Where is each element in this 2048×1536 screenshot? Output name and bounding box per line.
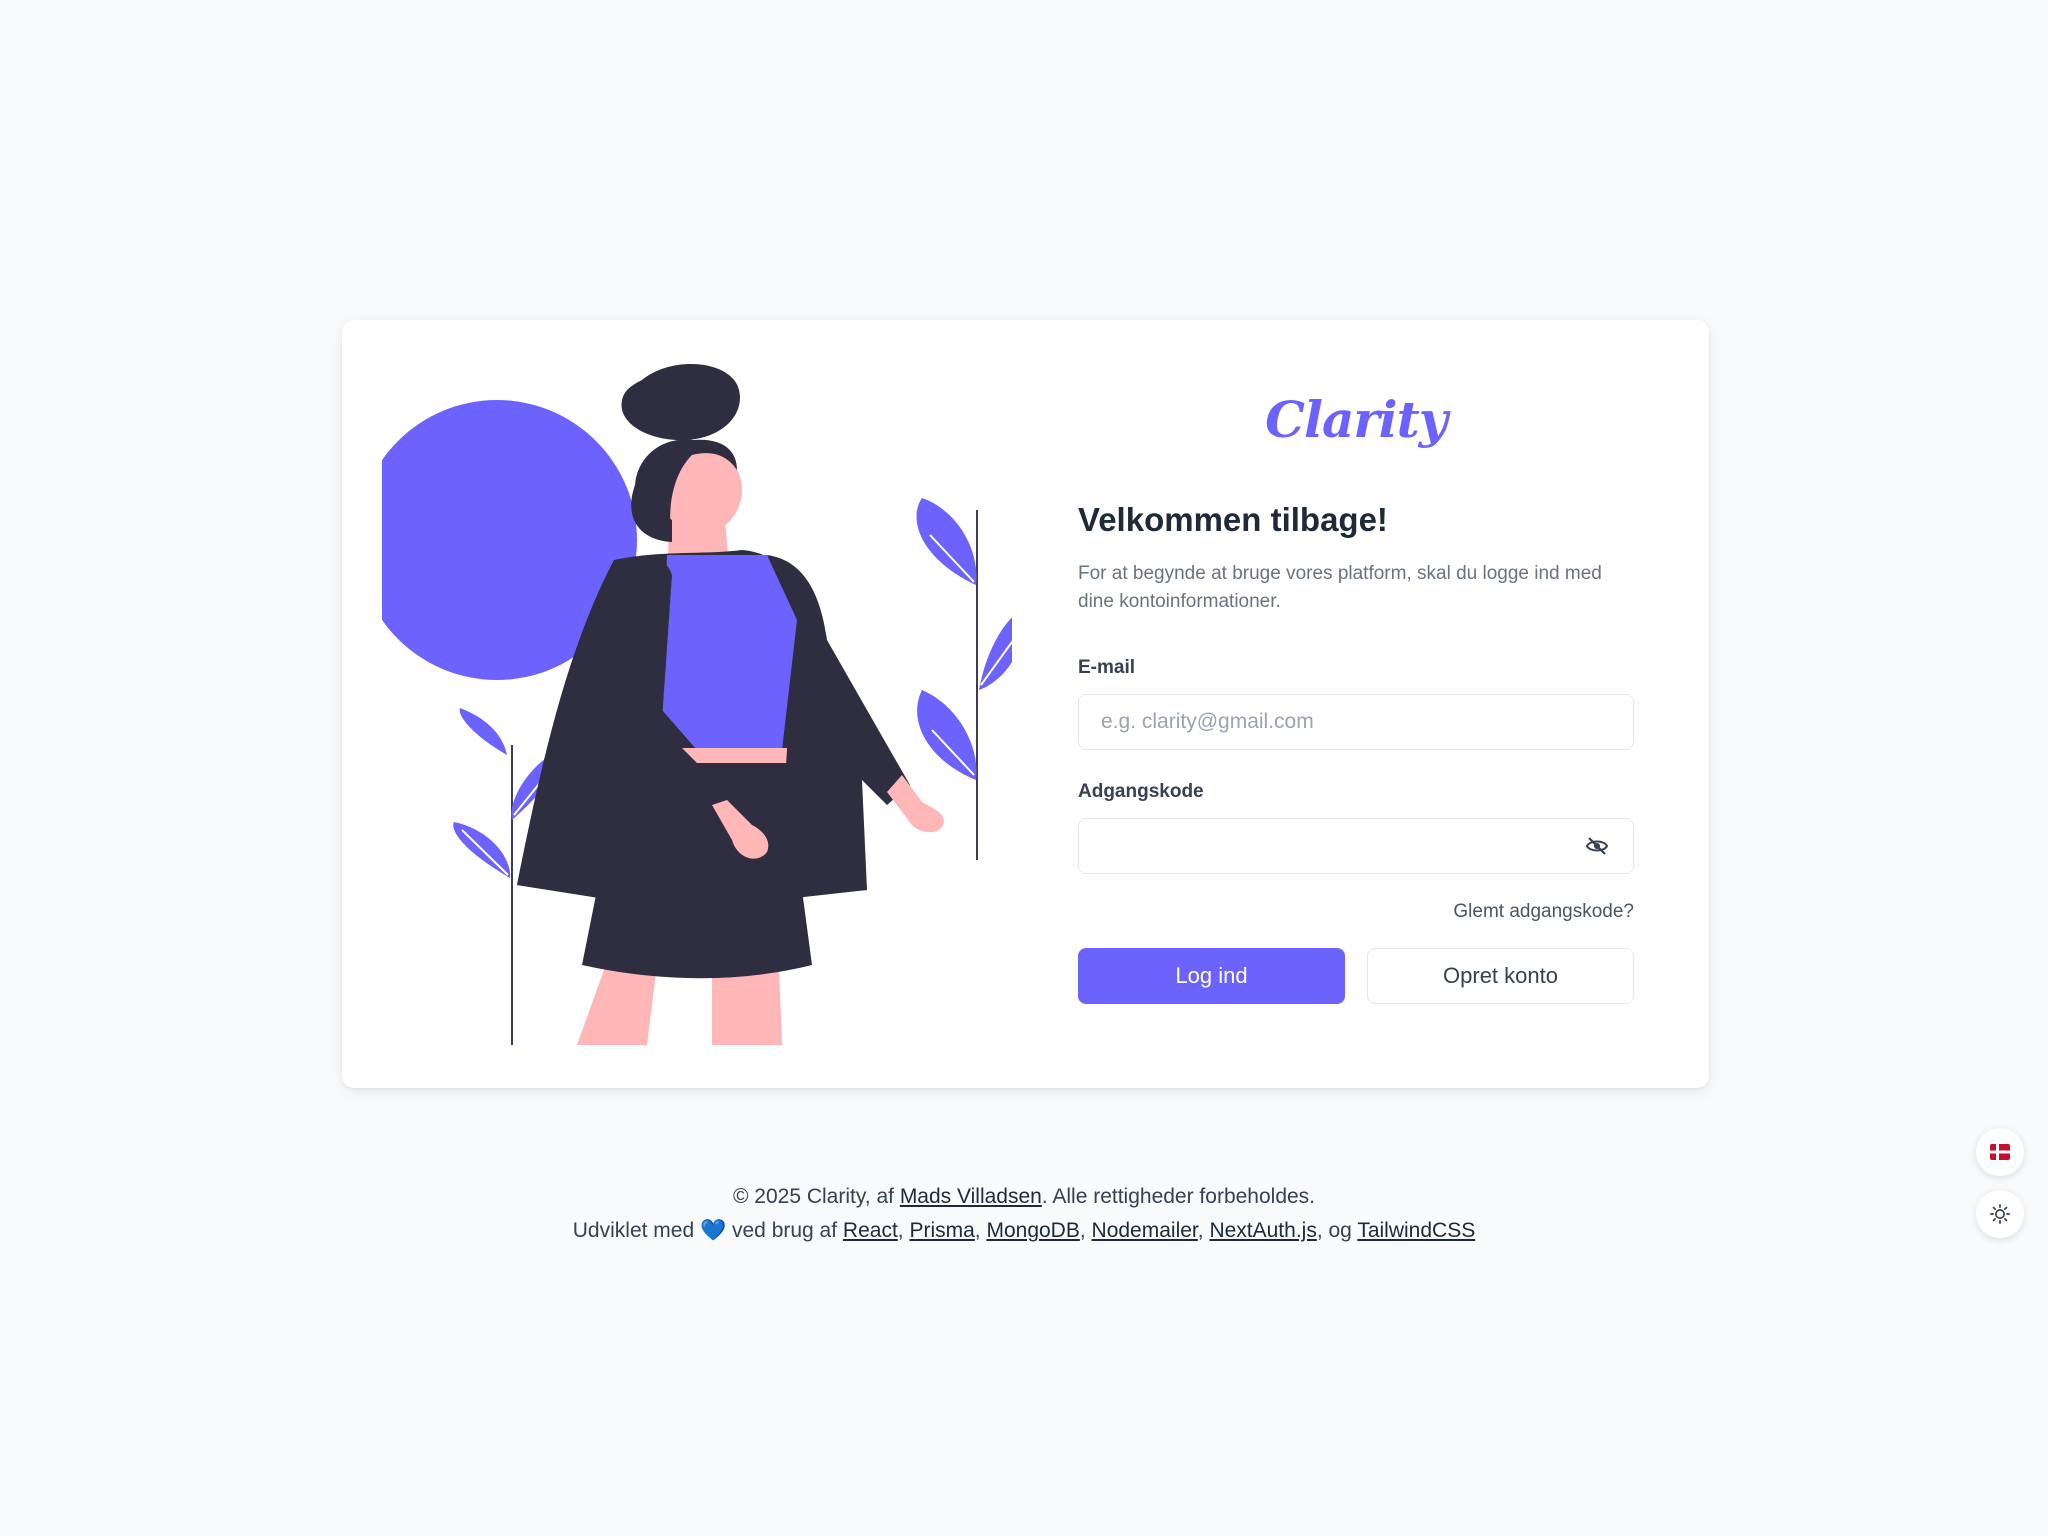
nextauth-link[interactable]: NextAuth.js bbox=[1209, 1219, 1316, 1242]
register-button[interactable]: Opret konto bbox=[1367, 948, 1634, 1004]
forgot-password-link[interactable]: Glemt adgangskode? bbox=[1078, 900, 1634, 924]
login-button[interactable]: Log ind bbox=[1078, 948, 1345, 1004]
password-label: Adgangskode bbox=[1078, 781, 1204, 802]
password-field[interactable] bbox=[1078, 818, 1634, 874]
author-link[interactable]: Mads Villadsen bbox=[900, 1185, 1042, 1208]
copyright-text: © 2025 Clarity, af bbox=[732, 1185, 894, 1208]
nodemailer-link[interactable]: Nodemailer bbox=[1092, 1219, 1198, 1242]
language-button[interactable] bbox=[1976, 1128, 2024, 1176]
og-text: , og bbox=[1316, 1219, 1352, 1242]
prisma-link[interactable]: Prisma bbox=[909, 1219, 974, 1242]
email-label: E-mail bbox=[1078, 657, 1136, 678]
brand-logo: Clarity bbox=[1265, 390, 1448, 449]
page-subtitle: For at begynde at bruge vores platform, … bbox=[1078, 563, 1602, 612]
password-field-wrapper bbox=[1078, 818, 1634, 874]
woman-illustration bbox=[382, 363, 1012, 1045]
react-link[interactable]: React bbox=[843, 1219, 898, 1242]
eye-slash-icon[interactable] bbox=[1584, 834, 1610, 858]
page-footer: © 2025 Clarity, af Mads Villadsen. Alle … bbox=[0, 1180, 2048, 1248]
page-title: Velkommen tilbage! bbox=[1078, 501, 1388, 538]
made-with-text: Udviklet med bbox=[572, 1219, 695, 1242]
heart-icon: 💙 bbox=[700, 1219, 727, 1242]
footer-line-tech: Udviklet med 💙 ved brug af React, Prisma… bbox=[572, 1219, 1476, 1242]
email-field[interactable] bbox=[1078, 694, 1634, 750]
theme-toggle-button[interactable] bbox=[1976, 1190, 2024, 1238]
tailwind-link[interactable]: TailwindCSS bbox=[1357, 1219, 1475, 1242]
mongodb-link[interactable]: MongoDB bbox=[986, 1219, 1079, 1242]
login-form: Clarity Velkommen tilbage! For at begynd… bbox=[1078, 390, 1634, 1004]
using-text: ved brug af bbox=[732, 1219, 838, 1242]
rights-text: . Alle rettigheder forbeholdes. bbox=[1041, 1185, 1316, 1208]
footer-line-copyright: © 2025 Clarity, af Mads Villadsen. Alle … bbox=[0, 1180, 2048, 1214]
email-field-wrapper bbox=[1078, 694, 1634, 750]
login-card: Clarity Velkommen tilbage! For at begynd… bbox=[342, 320, 1709, 1088]
form-actions: Log ind Opret konto bbox=[1078, 948, 1634, 1004]
danish-flag-icon bbox=[1990, 1144, 2010, 1160]
sun-icon bbox=[1990, 1204, 2010, 1224]
